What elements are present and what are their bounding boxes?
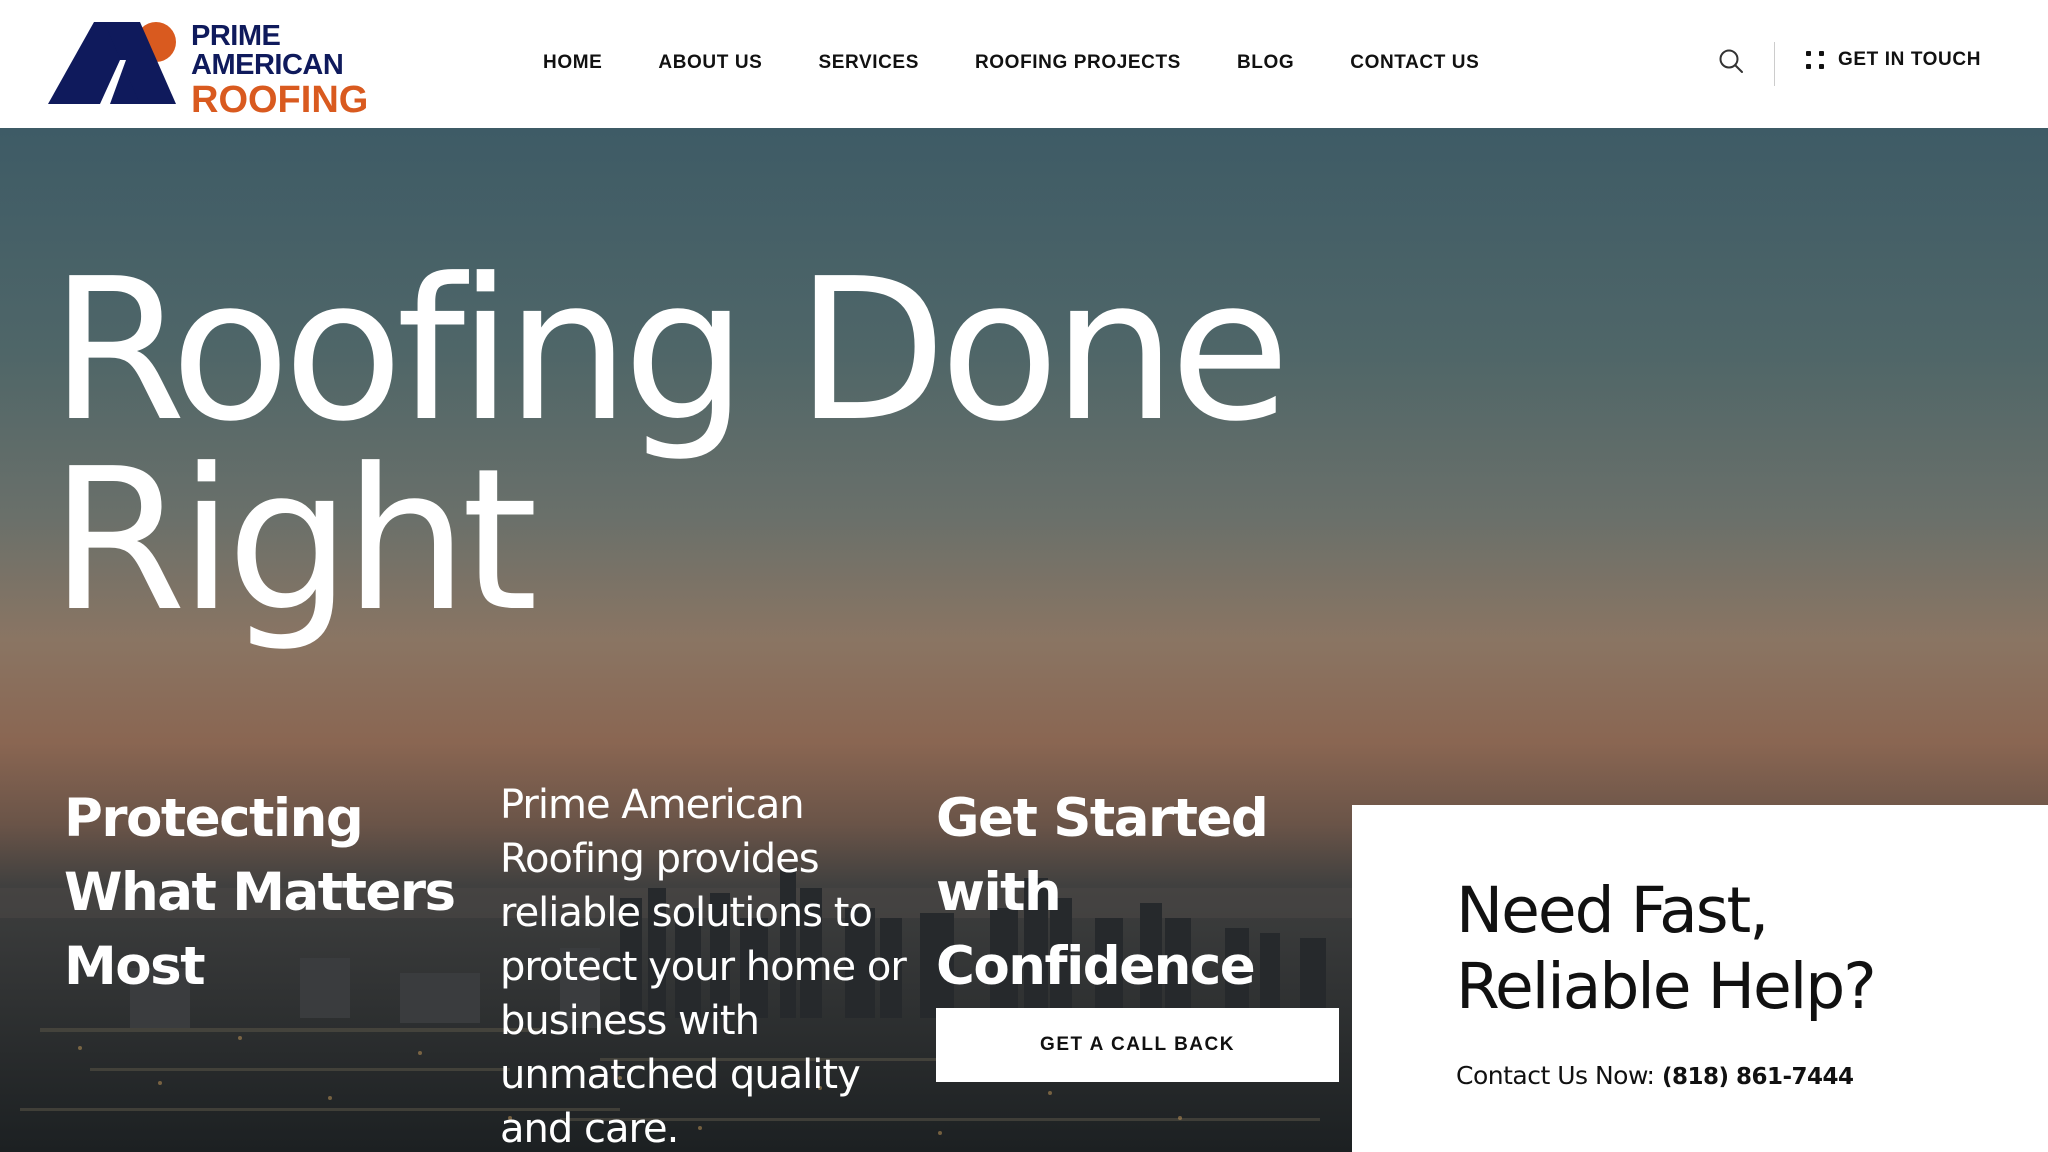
logo-wordmark: PRIME AMERICAN ROOFING <box>191 20 369 121</box>
hero-section: Roofing Done Right Protecting What Matte… <box>0 128 2048 1152</box>
nav-services[interactable]: SERVICES <box>818 52 919 74</box>
get-in-touch-button[interactable]: GET IN TOUCH <box>1806 49 1981 71</box>
nav-home[interactable]: HOME <box>543 52 602 74</box>
contact-label: Contact Us Now: <box>1456 1061 1662 1090</box>
grid-dots-icon <box>1806 51 1824 69</box>
logo-mark-icon <box>48 22 176 104</box>
logo-line-prime: PRIME <box>191 20 281 52</box>
get-started-heading: Get Started with Confidence <box>936 788 1269 997</box>
main-nav: HOME ABOUT US SERVICES ROOFING PROJECTS … <box>543 52 1479 74</box>
hero-description: Prime American Roofing provides reliable… <box>500 782 907 1152</box>
help-card: Need Fast, Reliable Help? Contact Us Now… <box>1352 805 2048 1152</box>
logo-line-roofing: ROOFING <box>191 79 369 121</box>
phone-link[interactable]: (818) 861-7444 <box>1662 1064 1854 1090</box>
protecting-heading: Protecting What Matters Most <box>64 788 456 997</box>
header-divider <box>1774 42 1775 86</box>
help-card-title: Need Fast, Reliable Help? <box>1456 874 1877 1023</box>
nav-blog[interactable]: BLOG <box>1237 52 1294 74</box>
hero-title-line-1: Roofing Done <box>50 237 1290 465</box>
site-header: PRIME AMERICAN ROOFING HOME ABOUT US SER… <box>0 0 2048 128</box>
nav-about-us[interactable]: ABOUT US <box>658 52 762 74</box>
nav-contact-us[interactable]: CONTACT US <box>1350 52 1479 74</box>
logo-line-american: AMERICAN <box>191 49 344 81</box>
search-icon[interactable] <box>1718 48 1744 74</box>
help-card-contact: Contact Us Now: (818) 861-7444 <box>1456 1061 1854 1090</box>
get-in-touch-label: GET IN TOUCH <box>1838 49 1982 70</box>
logo[interactable]: PRIME AMERICAN ROOFING <box>48 20 368 119</box>
nav-roofing-projects[interactable]: ROOFING PROJECTS <box>975 52 1181 74</box>
hero-title: Roofing Done Right <box>50 237 1290 655</box>
hero-title-line-2: Right <box>50 427 538 655</box>
get-a-call-back-button[interactable]: GET A CALL BACK <box>936 1008 1339 1082</box>
